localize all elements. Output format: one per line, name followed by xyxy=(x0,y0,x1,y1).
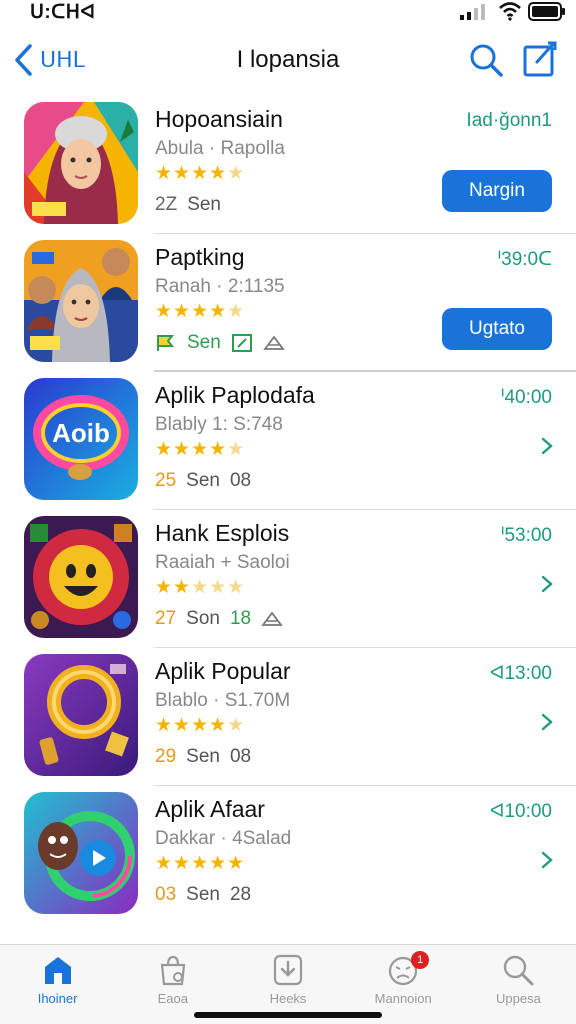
nav-bar: ᑌᕼᒪ I lopansia xyxy=(0,36,576,86)
app-time: ᑊ40:00 xyxy=(500,387,552,408)
app-meta: 2Z Sen xyxy=(155,194,221,216)
bag-icon xyxy=(160,955,186,986)
app-time: ᐊ10:00 xyxy=(489,801,552,822)
star-rating: ★★★★★ xyxy=(155,577,246,598)
app-time: ᑊ39:0ᑕ xyxy=(497,249,553,270)
meta-label: Sen xyxy=(186,884,220,905)
app-time: ᐊ13:00 xyxy=(489,663,552,684)
notification-badge: 1 xyxy=(411,951,430,969)
list-item[interactable]: Hopoansiain Abula · Rapolla ★★★★★ 2Z Sen… xyxy=(0,96,576,234)
meta-label: Sen xyxy=(187,194,221,215)
app-name: Hopoansiain xyxy=(155,106,283,132)
app-subtitle: Ranah · 2:1135 xyxy=(155,276,285,297)
download-icon xyxy=(273,954,303,986)
app-time: Iad·ğonn1 xyxy=(466,110,552,131)
app-subtitle: Blably 1: S:748 xyxy=(155,414,283,435)
app-name: Aplik Afaar xyxy=(155,796,265,822)
search-icon[interactable] xyxy=(468,42,504,78)
chevron-right-icon[interactable] xyxy=(540,850,554,870)
app-subtitle: Dakkar · 4Salad xyxy=(155,828,292,849)
hooded-woman-icon xyxy=(24,102,138,224)
app-meta: Sen xyxy=(155,332,285,354)
app-meta: 27 Son 18 xyxy=(155,608,283,630)
home-indicator xyxy=(194,1012,382,1018)
app-subtitle: Abula · Rapolla xyxy=(155,138,285,159)
tab-home[interactable]: Ihoiner xyxy=(0,945,115,1024)
status-time: ᑌ:ᑕᕼᐊ xyxy=(30,2,96,23)
chevron-right-icon[interactable] xyxy=(540,712,554,732)
app-list: Hopoansiain Abula · Rapolla ★★★★★ 2Z Sen… xyxy=(0,96,576,924)
app-subtitle: Blablo · S1.70M xyxy=(155,690,291,711)
expand-icon xyxy=(231,334,252,352)
meta-count: 29 xyxy=(155,746,177,767)
ring-coins-icon xyxy=(24,654,138,776)
meta-extra: 08 xyxy=(229,470,252,491)
open-button[interactable]: Nargin xyxy=(442,170,552,212)
meta-extra: 28 xyxy=(229,884,252,905)
app-name: Aplik Popular xyxy=(155,658,291,684)
app-meta: 29 Sen 08 xyxy=(155,746,251,768)
wifi-icon xyxy=(499,2,521,21)
app-time: ᑊ53:00 xyxy=(500,525,552,546)
tab-search[interactable]: Uppesa xyxy=(461,945,576,1024)
smiley-game-icon xyxy=(24,516,138,638)
app-meta: 25 Sen 08 xyxy=(155,470,251,492)
star-rating: ★★★★★ xyxy=(155,163,246,184)
meta-label: Sen xyxy=(186,470,220,491)
list-item[interactable]: Aplik Popular Blablo · S1.70M ★★★★★ 29 S… xyxy=(0,648,576,786)
meta-label: Son xyxy=(186,608,220,629)
star-rating: ★★★★★ xyxy=(155,853,246,874)
star-rating: ★★★★★ xyxy=(155,439,246,460)
aoib-logo-icon: Aoib xyxy=(24,378,138,500)
svg-text:Aoib: Aoib xyxy=(52,418,110,448)
list-item[interactable]: Aoib Aplik Paplodafa Blably 1: S:748 ★★★… xyxy=(0,372,576,510)
app-name: Aplik Paplodafa xyxy=(155,382,315,408)
list-item[interactable]: Aplik Afaar Dakkar · 4Salad ★★★★★ 03 Sen… xyxy=(0,786,576,924)
battery-icon xyxy=(528,2,565,21)
group-portrait-icon xyxy=(24,240,138,362)
tab-label: Heeks xyxy=(269,991,307,1006)
character-play-icon xyxy=(24,792,138,914)
app-name: Paptking xyxy=(155,244,245,270)
signal-icon xyxy=(460,4,485,20)
hat-icon xyxy=(261,611,283,626)
flag-icon xyxy=(157,335,175,351)
meta-label: Sen xyxy=(187,332,221,353)
meta-count: 03 xyxy=(155,884,177,905)
app-name: Hank Esplois xyxy=(155,520,290,546)
tab-label: Uppesa xyxy=(496,991,541,1006)
home-icon xyxy=(44,957,71,984)
chevron-right-icon[interactable] xyxy=(540,574,554,594)
chevron-right-icon[interactable] xyxy=(540,436,554,456)
app-meta: 03 Sen 28 xyxy=(155,884,251,906)
tab-label: Ihoiner xyxy=(37,991,78,1006)
compose-icon[interactable] xyxy=(522,40,558,78)
meta-count: 27 xyxy=(155,608,177,629)
list-item[interactable]: Hank Esplois Raaiah + Saoloi ★★★★★ 27 So… xyxy=(0,510,576,648)
meta-count: 2Z xyxy=(155,194,178,215)
meta-count: 25 xyxy=(155,470,177,491)
star-rating: ★★★★★ xyxy=(155,301,246,322)
meta-extra: 08 xyxy=(229,746,252,767)
meta-label: Sen xyxy=(186,746,220,767)
app-subtitle: Raaiah + Saoloi xyxy=(155,552,290,573)
hat-icon xyxy=(263,335,285,350)
list-item[interactable]: Paptking Ranah · 2:1135 ★★★★★ Sen ᑊ39:0ᑕ… xyxy=(0,234,576,372)
tab-label: Eaoa xyxy=(157,991,188,1006)
tab-label: Mannoion xyxy=(374,991,432,1006)
meta-extra: 18 xyxy=(229,608,252,629)
star-rating: ★★★★★ xyxy=(155,715,246,736)
update-button[interactable]: Ugtato xyxy=(442,308,552,350)
search-icon xyxy=(504,955,534,986)
status-bar: ᑌ:ᑕᕼᐊ xyxy=(0,0,576,28)
